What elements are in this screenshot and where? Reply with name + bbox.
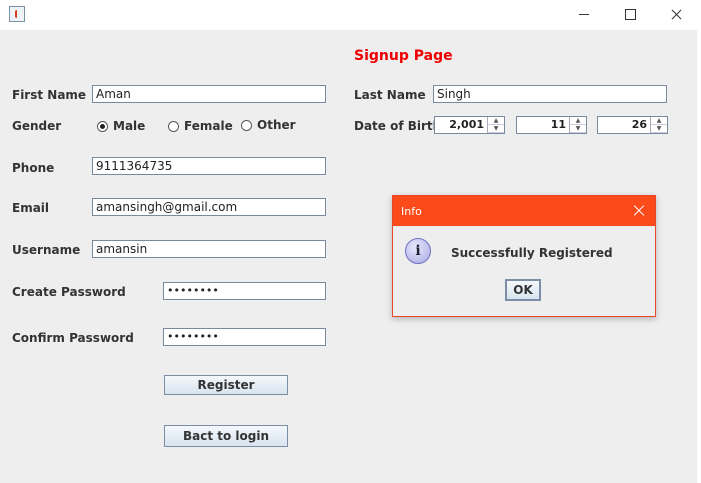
radio-unselected-icon	[168, 120, 179, 132]
page-title: Signup Page	[354, 48, 453, 64]
username-label: Username	[12, 243, 81, 257]
ok-button[interactable]: OK	[505, 279, 541, 301]
dob-day-value: 26	[631, 118, 647, 131]
dialog-title: Info	[401, 205, 422, 218]
spinner-up-icon[interactable]: ▲	[488, 117, 504, 125]
window-border	[697, 30, 701, 483]
dialog-titlebar: Info	[393, 196, 655, 226]
radio-unselected-icon	[241, 119, 252, 131]
gender-label: Gender	[12, 119, 62, 133]
create-password-field[interactable]: ••••••••	[163, 282, 326, 300]
java-icon	[9, 6, 25, 22]
first-name-label: First Name	[12, 88, 87, 102]
gender-other-radio[interactable]: Other	[241, 118, 296, 132]
gender-male-radio[interactable]: Male	[97, 119, 145, 133]
radio-selected-icon	[97, 120, 108, 132]
minimize-icon[interactable]	[561, 0, 607, 30]
email-field[interactable]: amansingh@gmail.com	[92, 198, 326, 216]
spinner-up-icon[interactable]: ▲	[570, 117, 586, 125]
dob-year-value: 2,001	[449, 118, 484, 131]
dob-month-spinner[interactable]: 11 ▲ ▼	[516, 116, 587, 134]
close-icon[interactable]	[653, 0, 699, 30]
gender-female-label: Female	[184, 119, 233, 133]
gender-female-radio[interactable]: Female	[168, 119, 233, 133]
spinner-down-icon[interactable]: ▼	[488, 125, 504, 133]
window-titlebar	[0, 0, 701, 30]
first-name-field[interactable]: Aman	[92, 85, 326, 103]
dialog-message: Successfully Registered	[451, 246, 613, 260]
dob-label: Date of Birth	[354, 119, 442, 133]
phone-label: Phone	[12, 161, 55, 175]
confirm-password-label: Confirm Password	[12, 331, 134, 345]
info-dialog: Info i Successfully Registered OK	[392, 195, 656, 317]
last-name-field[interactable]: Singh	[433, 85, 667, 103]
confirm-password-field[interactable]: ••••••••	[163, 328, 326, 346]
gender-male-label: Male	[113, 119, 146, 133]
register-button[interactable]: Register	[164, 375, 288, 395]
phone-field[interactable]: 9111364735	[92, 157, 326, 175]
close-icon[interactable]	[631, 202, 647, 218]
email-label: Email	[12, 201, 50, 215]
dob-day-spinner[interactable]: 26 ▲ ▼	[597, 116, 668, 134]
username-field[interactable]: amansin	[92, 240, 326, 258]
info-icon: i	[405, 238, 431, 264]
gender-other-label: Other	[257, 118, 296, 132]
spinner-up-icon[interactable]: ▲	[651, 117, 667, 125]
dob-year-spinner[interactable]: 2,001 ▲ ▼	[434, 116, 505, 134]
spinner-down-icon[interactable]: ▼	[570, 125, 586, 133]
spinner-down-icon[interactable]: ▼	[651, 125, 667, 133]
create-password-label: Create Password	[12, 285, 126, 299]
dob-month-value: 11	[550, 118, 566, 131]
last-name-label: Last Name	[354, 88, 426, 102]
maximize-icon[interactable]	[607, 0, 653, 30]
back-to-login-button[interactable]: Bact to login	[164, 425, 288, 447]
